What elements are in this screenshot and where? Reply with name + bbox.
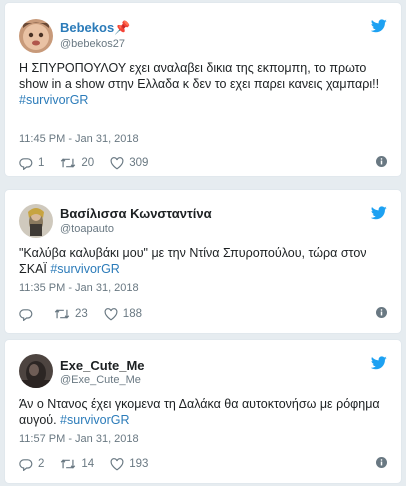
retweet-count: 23 (75, 308, 88, 320)
reply-icon (19, 157, 33, 170)
tweet-text: "Καλύβα καλυβάκι μου" με την Ντίνα Σπυρο… (19, 245, 387, 277)
display-name-text[interactable]: Bebekos (60, 20, 114, 35)
like-count: 309 (129, 157, 149, 169)
tweet-actions: 23 188 (19, 305, 387, 323)
retweet-icon (61, 459, 76, 469)
retweet-button[interactable]: 14 (60, 458, 94, 470)
like-button[interactable]: 309 (110, 156, 149, 170)
display-name[interactable]: Exe_Cute_Me (60, 358, 145, 373)
twitter-bird-icon[interactable] (370, 19, 387, 33)
retweet-button[interactable]: 23 (54, 308, 88, 320)
reply-count: 2 (38, 458, 45, 470)
timestamp[interactable]: 11:35 PM - Jan 31, 2018 (19, 282, 139, 294)
heart-icon (110, 156, 124, 169)
timestamp[interactable]: 11:45 PM - Jan 31, 2018 (19, 133, 139, 145)
avatar[interactable] (19, 354, 53, 388)
retweet-count: 20 (81, 157, 95, 169)
user-handle[interactable]: @toapauto (60, 223, 114, 235)
tweet-card[interactable]: Bebekos📌 @bebekos27 Η ΣΠΥΡΟΠΟΥΛΟΥ εχει α… (4, 2, 402, 177)
tweet-text: Η ΣΠΥΡΟΠΟΥΛΟΥ εχει αναλαβει δικια της εκ… (19, 60, 387, 108)
tweet-card[interactable]: Exe_Cute_Me @Exe_Cute_Me Άν ο Ντανος έχε… (4, 339, 402, 484)
heart-icon (104, 307, 118, 320)
hashtag-link[interactable]: #survivorGR (50, 262, 119, 276)
tweet-actions: 1 20 309 (19, 154, 387, 172)
heart-icon (110, 457, 124, 470)
reply-button[interactable]: 1 (19, 157, 44, 170)
reply-icon (19, 458, 33, 471)
pushpin-emoji-icon: 📌 (114, 20, 131, 35)
hashtag-link[interactable]: #survivorGR (60, 413, 129, 427)
display-name[interactable]: Βασίλισσα Κωνσταντίνα (60, 206, 212, 221)
info-icon[interactable] (376, 156, 387, 170)
reply-icon (19, 308, 33, 321)
avatar[interactable] (19, 19, 53, 53)
tweet-text: Άν ο Ντανος έχει γκομενα τη Δαλάκα θα αυ… (19, 396, 387, 428)
like-button[interactable]: 188 (104, 307, 142, 321)
like-count: 188 (122, 308, 142, 320)
reply-button[interactable] (19, 308, 38, 321)
tweet-card[interactable]: Βασίλισσα Κωνσταντίνα @toapauto "Καλύβα … (4, 189, 402, 334)
tweet-feed: Bebekos📌 @bebekos27 Η ΣΠΥΡΟΠΟΥΛΟΥ εχει α… (0, 0, 406, 486)
timestamp[interactable]: 11:57 PM - Jan 31, 2018 (19, 433, 139, 445)
retweet-count: 14 (81, 458, 95, 470)
hashtag-link[interactable]: #survivorGR (19, 93, 88, 107)
reply-count: 1 (38, 157, 45, 169)
info-icon[interactable] (376, 457, 387, 471)
like-button[interactable]: 193 (110, 457, 149, 471)
info-icon[interactable] (376, 307, 387, 321)
twitter-bird-icon[interactable] (370, 206, 387, 220)
retweet-icon (54, 309, 70, 319)
avatar[interactable] (19, 204, 53, 238)
retweet-icon (61, 158, 76, 168)
tweet-actions: 2 14 193 (19, 455, 387, 473)
reply-button[interactable]: 2 (19, 458, 44, 471)
user-handle[interactable]: @bebekos27 (60, 38, 125, 50)
retweet-button[interactable]: 20 (60, 157, 94, 169)
user-handle[interactable]: @Exe_Cute_Me (60, 374, 141, 386)
display-name[interactable]: Bebekos📌 (60, 20, 130, 36)
like-count: 193 (129, 458, 149, 470)
twitter-bird-icon[interactable] (370, 356, 387, 370)
tweet-body: Η ΣΠΥΡΟΠΟΥΛΟΥ εχει αναλαβει δικια της εκ… (19, 61, 380, 91)
